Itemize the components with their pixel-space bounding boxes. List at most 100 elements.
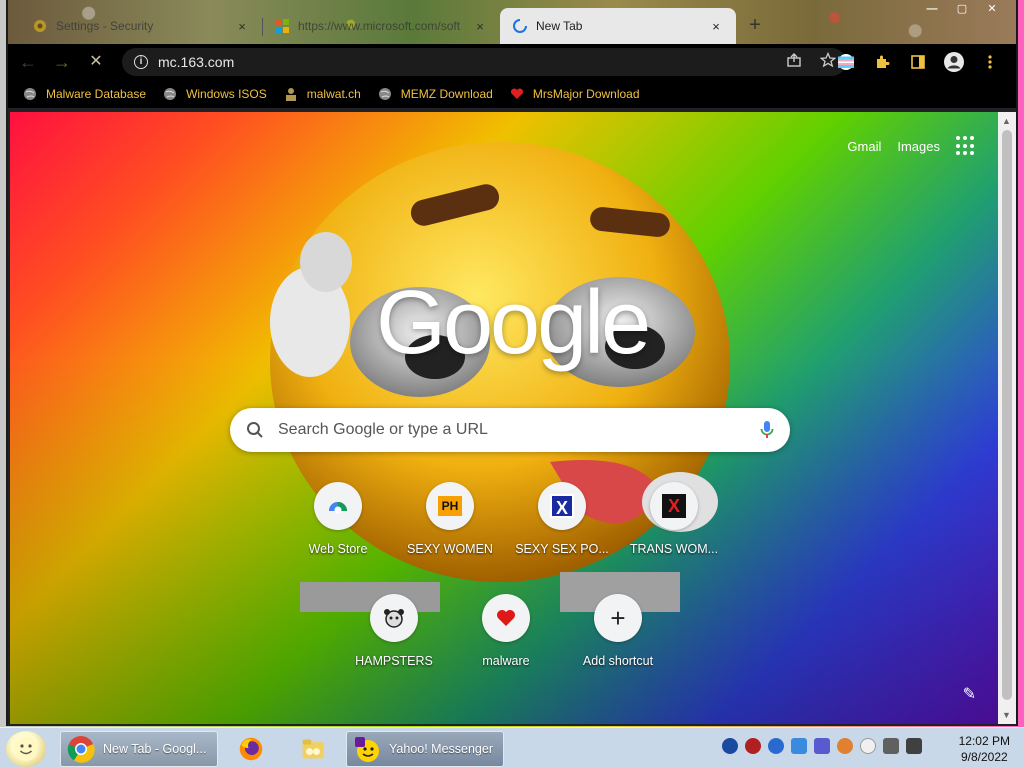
bookmark-label: MrsMajor Download	[532, 87, 640, 101]
person-icon	[283, 86, 299, 102]
heart-icon	[509, 86, 525, 102]
tray-monitor-icon[interactable]	[883, 738, 899, 754]
menu-kebab-icon[interactable]	[978, 48, 1002, 76]
tray-antivirus-icon[interactable]	[745, 738, 761, 754]
top-links: Gmail Images	[847, 136, 976, 156]
tray-network-icon[interactable]	[791, 738, 807, 754]
scroll-down-icon[interactable]: ▼	[1002, 710, 1011, 720]
tray-globe-icon[interactable]	[768, 738, 784, 754]
tray-volume-icon[interactable]	[906, 738, 922, 754]
tab-title: Settings - Security	[56, 19, 154, 33]
bookmark-windows-isos[interactable]: Windows ISOS	[162, 86, 267, 102]
tab-microsoft[interactable]: https://www.microsoft.com/soft ×	[262, 8, 500, 44]
bookmark-memz-download[interactable]: MEMZ Download	[377, 86, 493, 102]
tab-close-icon[interactable]: ×	[708, 19, 724, 34]
page-scrollbar[interactable]: ▲ ▼	[998, 112, 1016, 724]
taskbar-label: New Tab - Googl...	[103, 742, 207, 756]
toolbar: ← → ✕ i mc.163.com	[8, 44, 1016, 80]
gmail-link[interactable]: Gmail	[847, 139, 881, 154]
microphone-icon[interactable]	[760, 420, 774, 440]
bookmark-label: malwat.ch	[306, 87, 361, 101]
start-button[interactable]	[6, 731, 46, 767]
shortcut-trans-wom[interactable]: X TRANS WOM...	[618, 482, 730, 556]
google-logo: Google	[376, 273, 651, 373]
tray-update-icon[interactable]	[814, 738, 830, 754]
search-icon	[247, 422, 263, 438]
bookmark-mrsmajor-download[interactable]: MrsMajor Download	[509, 86, 640, 102]
taskbar-item-explorer[interactable]	[294, 731, 332, 767]
images-link[interactable]: Images	[897, 139, 940, 154]
bookmark-malwatch[interactable]: malwat.ch	[283, 86, 361, 102]
shortcut-label: HAMPSTERS	[355, 654, 433, 668]
shortcut-web-store[interactable]: Web Store	[282, 482, 394, 556]
shortcut-label: malware	[482, 654, 530, 668]
shortcut-label: Add shortcut	[582, 654, 654, 668]
plus-icon: +	[594, 594, 642, 642]
tray-smiley-icon[interactable]	[860, 738, 876, 754]
side-panel-icon[interactable]	[906, 48, 930, 76]
scroll-up-icon[interactable]: ▲	[1002, 116, 1011, 126]
system-clock[interactable]: 12:02 PM 9/8/2022	[959, 733, 1010, 765]
extension-flag-icon[interactable]	[834, 48, 858, 76]
profile-avatar-icon[interactable]	[942, 48, 966, 76]
taskbar: New Tab - Googl... Yahoo! Messenger 12:0…	[0, 727, 1024, 768]
tab-close-icon[interactable]: ×	[234, 19, 250, 34]
shortcuts-row: Web Store PH SEXY WOMEN X SEXY SEX PO...…	[10, 482, 1002, 556]
browser-window: Settings - Security × https://www.micros…	[6, 0, 1018, 726]
forward-button[interactable]: →	[48, 48, 76, 76]
folder-icon	[302, 739, 324, 759]
tray-search-icon[interactable]	[837, 738, 853, 754]
shortcut-hampsters[interactable]: HAMPSTERS	[338, 594, 450, 668]
clock-date: 9/8/2022	[960, 750, 1008, 764]
site-info-icon[interactable]: i	[134, 55, 148, 69]
back-button[interactable]: ←	[14, 48, 42, 76]
window-controls: — ▢ ✕	[918, 2, 1006, 18]
taskbar-item-chrome[interactable]: New Tab - Googl...	[60, 731, 218, 767]
close-window-button[interactable]: ✕	[978, 2, 1006, 18]
smiley-start-icon	[14, 737, 38, 761]
new-tab-page: Gmail Images Google Search Google or typ…	[10, 112, 1002, 724]
clock-time: 12:02 PM	[958, 734, 1010, 748]
chrome-icon	[67, 736, 95, 763]
firefox-icon	[239, 737, 263, 761]
shortcut-label: SEXY SEX PO...	[515, 542, 609, 556]
shortcut-sexy-sex-po[interactable]: X SEXY SEX PO...	[506, 482, 618, 556]
shortcut-label: SEXY WOMEN	[407, 542, 493, 556]
maximize-button[interactable]: ▢	[948, 2, 976, 18]
stop-loading-button[interactable]: ✕	[82, 48, 110, 76]
heart-icon	[482, 594, 530, 642]
microsoft-logo-icon	[275, 19, 289, 33]
google-apps-icon[interactable]	[956, 136, 976, 156]
x-icon: X	[650, 482, 698, 530]
hamster-icon	[370, 594, 418, 642]
bookmark-label: Malware Database	[46, 87, 147, 101]
search-box[interactable]	[230, 408, 790, 452]
webstore-icon	[314, 482, 362, 530]
shortcut-add[interactable]: + Add shortcut	[562, 594, 674, 668]
minimize-button[interactable]: —	[918, 2, 946, 18]
bookmarks-bar: Malware Database Windows ISOS malwat.ch …	[8, 80, 1016, 108]
url-text[interactable]: mc.163.com	[158, 54, 234, 70]
tab-new-tab[interactable]: New Tab ×	[500, 8, 736, 44]
tab-settings-security[interactable]: Settings - Security ×	[20, 8, 262, 44]
taskbar-item-firefox[interactable]	[232, 731, 270, 767]
bookmark-label: MEMZ Download	[400, 87, 493, 101]
shortcut-malware[interactable]: malware	[450, 594, 562, 668]
tray-app-icon[interactable]	[722, 738, 738, 754]
tab-title: New Tab	[536, 19, 583, 33]
address-bar[interactable]: i mc.163.com	[122, 48, 846, 76]
extensions-puzzle-icon[interactable]	[870, 48, 894, 76]
shortcut-label: Web Store	[308, 542, 368, 556]
shortcuts-row: HAMPSTERS malware + Add shortcut	[10, 594, 1002, 668]
share-icon[interactable]	[786, 52, 802, 68]
taskbar-item-yahoo-messenger[interactable]: Yahoo! Messenger	[346, 731, 504, 767]
system-tray	[722, 738, 922, 754]
scrollbar-thumb[interactable]	[1002, 130, 1012, 700]
bookmark-malware-database[interactable]: Malware Database	[22, 86, 146, 102]
new-tab-button[interactable]: +	[743, 14, 767, 38]
shortcut-sexy-women[interactable]: PH SEXY WOMEN	[394, 482, 506, 556]
ph-icon: PH	[426, 482, 474, 530]
customize-pencil-icon[interactable]: ✎	[963, 684, 976, 704]
search-input[interactable]	[278, 421, 746, 439]
tab-close-icon[interactable]: ×	[472, 19, 488, 34]
